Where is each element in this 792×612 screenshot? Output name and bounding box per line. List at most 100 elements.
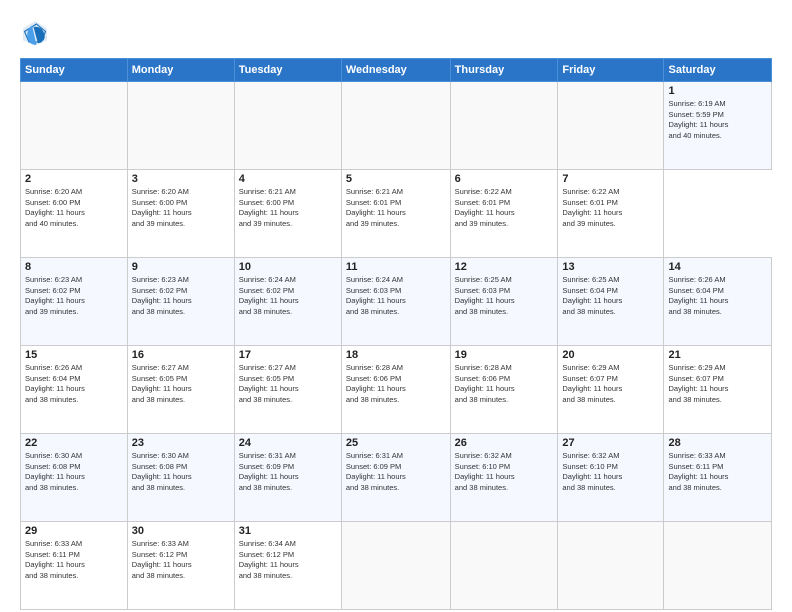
day-number: 8 xyxy=(25,261,123,273)
day-content: Sunrise: 6:33 AMSunset: 6:11 PMDaylight:… xyxy=(668,451,767,493)
calendar-cell xyxy=(664,522,772,610)
calendar-table: SundayMondayTuesdayWednesdayThursdayFrid… xyxy=(20,58,772,610)
calendar-cell: 21Sunrise: 6:29 AMSunset: 6:07 PMDayligh… xyxy=(664,346,772,434)
day-content: Sunrise: 6:19 AMSunset: 5:59 PMDaylight:… xyxy=(668,99,767,141)
day-number: 10 xyxy=(239,261,337,273)
day-content: Sunrise: 6:32 AMSunset: 6:10 PMDaylight:… xyxy=(455,451,554,493)
logo-icon xyxy=(20,18,50,48)
calendar-cell: 24 Sunrise: 6:31 AMSunset: 6:09 PMDayligh… xyxy=(234,434,341,522)
calendar-cell: 10Sunrise: 6:24 AMSunset: 6:02 PMDayligh… xyxy=(234,258,341,346)
day-number: 27 xyxy=(562,437,659,449)
day-number: 30 xyxy=(132,525,230,537)
calendar-week-4: 15 Sunrise: 6:26 AMSunset: 6:04 PMDayligh… xyxy=(21,346,772,434)
day-number: 21 xyxy=(668,349,767,361)
calendar-cell: 26 Sunrise: 6:32 AMSunset: 6:10 PMDayligh… xyxy=(450,434,558,522)
calendar-cell xyxy=(558,522,664,610)
calendar-header-thursday: Thursday xyxy=(450,59,558,82)
day-number: 24 xyxy=(239,437,337,449)
day-content: Sunrise: 6:28 AMSunset: 6:06 PMDaylight:… xyxy=(455,363,554,405)
calendar-cell: 5Sunrise: 6:21 AMSunset: 6:01 PMDaylight… xyxy=(341,170,450,258)
day-content: Sunrise: 6:20 AMSunset: 6:00 PMDaylight:… xyxy=(25,187,123,229)
calendar-header-row: SundayMondayTuesdayWednesdayThursdayFrid… xyxy=(21,59,772,82)
day-content: Sunrise: 6:22 AMSunset: 6:01 PMDaylight:… xyxy=(455,187,554,229)
day-number: 22 xyxy=(25,437,123,449)
calendar-week-3: 8 Sunrise: 6:23 AMSunset: 6:02 PMDaylight… xyxy=(21,258,772,346)
page: SundayMondayTuesdayWednesdayThursdayFrid… xyxy=(0,0,792,612)
day-content: Sunrise: 6:32 AMSunset: 6:10 PMDaylight:… xyxy=(562,451,659,493)
calendar-cell: 6 Sunrise: 6:22 AMSunset: 6:01 PMDaylight… xyxy=(450,170,558,258)
calendar-cell: 22 Sunrise: 6:30 AMSunset: 6:08 PMDayligh… xyxy=(21,434,128,522)
calendar-cell: 25 Sunrise: 6:31 AMSunset: 6:09 PMDayligh… xyxy=(341,434,450,522)
day-number: 26 xyxy=(455,437,554,449)
day-number: 9 xyxy=(132,261,230,273)
day-content: Sunrise: 6:30 AMSunset: 6:08 PMDaylight:… xyxy=(132,451,230,493)
day-content: Sunrise: 6:31 AMSunset: 6:09 PMDaylight:… xyxy=(239,451,337,493)
calendar-cell: 4Sunrise: 6:21 AMSunset: 6:00 PMDaylight… xyxy=(234,170,341,258)
day-number: 19 xyxy=(455,349,554,361)
day-content: Sunrise: 6:23 AMSunset: 6:02 PMDaylight:… xyxy=(132,275,230,317)
calendar-cell xyxy=(450,522,558,610)
header xyxy=(20,18,772,48)
day-content: Sunrise: 6:21 AMSunset: 6:01 PMDaylight:… xyxy=(346,187,446,229)
day-content: Sunrise: 6:27 AMSunset: 6:05 PMDaylight:… xyxy=(239,363,337,405)
calendar-header-wednesday: Wednesday xyxy=(341,59,450,82)
day-content: Sunrise: 6:27 AMSunset: 6:05 PMDaylight:… xyxy=(132,363,230,405)
day-number: 11 xyxy=(346,261,446,273)
day-number: 6 xyxy=(455,173,554,185)
day-number: 25 xyxy=(346,437,446,449)
day-content: Sunrise: 6:25 AMSunset: 6:04 PMDaylight:… xyxy=(562,275,659,317)
calendar-cell: 19 Sunrise: 6:28 AMSunset: 6:06 PMDayligh… xyxy=(450,346,558,434)
calendar-cell: 13 Sunrise: 6:25 AMSunset: 6:04 PMDayligh… xyxy=(558,258,664,346)
day-number: 3 xyxy=(132,173,230,185)
day-content: Sunrise: 6:26 AMSunset: 6:04 PMDaylight:… xyxy=(25,363,123,405)
day-number: 15 xyxy=(25,349,123,361)
day-content: Sunrise: 6:23 AMSunset: 6:02 PMDaylight:… xyxy=(25,275,123,317)
calendar-cell: 17Sunrise: 6:27 AMSunset: 6:05 PMDayligh… xyxy=(234,346,341,434)
day-content: Sunrise: 6:26 AMSunset: 6:04 PMDaylight:… xyxy=(668,275,767,317)
day-number: 2 xyxy=(25,173,123,185)
day-content: Sunrise: 6:21 AMSunset: 6:00 PMDaylight:… xyxy=(239,187,337,229)
calendar-cell: 12 Sunrise: 6:25 AMSunset: 6:03 PMDayligh… xyxy=(450,258,558,346)
day-number: 12 xyxy=(455,261,554,273)
calendar-cell: 16 Sunrise: 6:27 AMSunset: 6:05 PMDayligh… xyxy=(127,346,234,434)
calendar-cell: 28 Sunrise: 6:33 AMSunset: 6:11 PMDayligh… xyxy=(664,434,772,522)
day-number: 7 xyxy=(562,173,659,185)
calendar-cell: 1 Sunrise: 6:19 AMSunset: 5:59 PMDaylight… xyxy=(664,82,772,170)
calendar-cell: 14Sunrise: 6:26 AMSunset: 6:04 PMDayligh… xyxy=(664,258,772,346)
day-content: Sunrise: 6:34 AMSunset: 6:12 PMDaylight:… xyxy=(239,539,337,581)
day-content: Sunrise: 6:20 AMSunset: 6:00 PMDaylight:… xyxy=(132,187,230,229)
day-content: Sunrise: 6:28 AMSunset: 6:06 PMDaylight:… xyxy=(346,363,446,405)
calendar-cell: 18 Sunrise: 6:28 AMSunset: 6:06 PMDayligh… xyxy=(341,346,450,434)
calendar-cell xyxy=(450,82,558,170)
day-number: 16 xyxy=(132,349,230,361)
day-content: Sunrise: 6:30 AMSunset: 6:08 PMDaylight:… xyxy=(25,451,123,493)
calendar-header-saturday: Saturday xyxy=(664,59,772,82)
calendar-cell xyxy=(234,82,341,170)
day-number: 13 xyxy=(562,261,659,273)
day-number: 29 xyxy=(25,525,123,537)
calendar-cell: 23Sunrise: 6:30 AMSunset: 6:08 PMDayligh… xyxy=(127,434,234,522)
calendar-header-sunday: Sunday xyxy=(21,59,128,82)
day-content: Sunrise: 6:33 AMSunset: 6:12 PMDaylight:… xyxy=(132,539,230,581)
day-number: 18 xyxy=(346,349,446,361)
day-content: Sunrise: 6:33 AMSunset: 6:11 PMDaylight:… xyxy=(25,539,123,581)
calendar-cell xyxy=(341,522,450,610)
logo xyxy=(20,18,54,48)
day-content: Sunrise: 6:31 AMSunset: 6:09 PMDaylight:… xyxy=(346,451,446,493)
calendar-cell: 7Sunrise: 6:22 AMSunset: 6:01 PMDaylight… xyxy=(558,170,664,258)
day-number: 28 xyxy=(668,437,767,449)
calendar-cell xyxy=(127,82,234,170)
calendar-header-monday: Monday xyxy=(127,59,234,82)
day-number: 1 xyxy=(668,85,767,97)
calendar-cell: 11Sunrise: 6:24 AMSunset: 6:03 PMDayligh… xyxy=(341,258,450,346)
calendar-cell: 8 Sunrise: 6:23 AMSunset: 6:02 PMDaylight… xyxy=(21,258,128,346)
calendar-cell xyxy=(21,82,128,170)
calendar-week-2: 2 Sunrise: 6:20 AMSunset: 6:00 PMDaylight… xyxy=(21,170,772,258)
calendar-header-tuesday: Tuesday xyxy=(234,59,341,82)
calendar-cell: 29 Sunrise: 6:33 AMSunset: 6:11 PMDayligh… xyxy=(21,522,128,610)
calendar-header-friday: Friday xyxy=(558,59,664,82)
calendar-cell: 30 Sunrise: 6:33 AMSunset: 6:12 PMDayligh… xyxy=(127,522,234,610)
calendar-cell: 15 Sunrise: 6:26 AMSunset: 6:04 PMDayligh… xyxy=(21,346,128,434)
calendar-cell xyxy=(558,82,664,170)
day-content: Sunrise: 6:25 AMSunset: 6:03 PMDaylight:… xyxy=(455,275,554,317)
